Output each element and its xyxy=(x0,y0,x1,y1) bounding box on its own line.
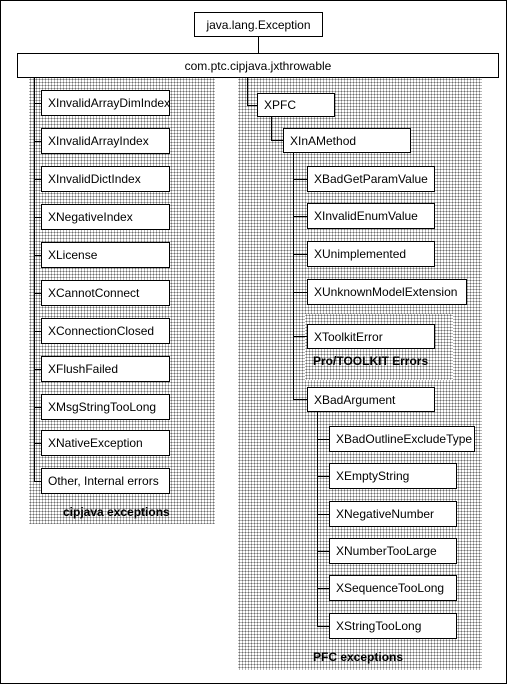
connector-branch xyxy=(34,331,41,332)
connector-method-trunk xyxy=(293,153,294,399)
exception-label: XBadGetParamValue xyxy=(314,172,428,186)
exception-box-xflushfailed: XFlushFailed xyxy=(41,356,170,382)
exception-box-xnativeexception: XNativeException xyxy=(41,430,170,456)
exception-box-xmsgstringtoolong: XMsgStringTooLong xyxy=(41,394,170,420)
exception-box-xemptystring: XEmptyString xyxy=(329,463,457,489)
root-exception-box: java.lang.Exception xyxy=(194,12,323,37)
exception-box-xinvalidarraydimindex: XInvalidArrayDimIndex xyxy=(41,90,170,116)
exception-label: XNegativeIndex xyxy=(48,210,133,224)
connector-branch xyxy=(34,407,41,408)
exception-label: XBadOutlineExcludeType xyxy=(336,432,473,446)
exception-label: XNumberTooLarge xyxy=(336,544,437,558)
connector-branch xyxy=(317,551,329,552)
connector-branch xyxy=(34,369,41,370)
xtoolkiterror-label: XToolkitError xyxy=(314,329,383,344)
connector-branch xyxy=(34,141,41,142)
exception-box-xsequencetoolong: XSequenceTooLong xyxy=(329,575,457,601)
connector-branch xyxy=(34,217,41,218)
connector-branch xyxy=(34,293,41,294)
exception-label: XUnknownModelExtension xyxy=(314,285,458,299)
xpfc-box: XPFC xyxy=(257,93,335,117)
connector-inamethod-drop xyxy=(271,116,272,141)
connector-branch xyxy=(34,255,41,256)
connector-branch xyxy=(317,514,329,515)
connector-branch xyxy=(293,399,307,400)
toolkit-caption: Pro/TOOLKIT Errors xyxy=(313,354,429,368)
connector-branch xyxy=(293,216,307,217)
exception-label: XInvalidEnumValue xyxy=(314,209,418,223)
throwable-label: com.ptc.cipjava.jxthrowable xyxy=(184,58,332,73)
exception-label: XMsgStringTooLong xyxy=(48,400,157,414)
xinamethod-box: XInAMethod xyxy=(283,128,411,153)
cipjava-caption: cipjava exceptions xyxy=(63,505,170,519)
exception-label: XNegativeNumber xyxy=(336,507,435,521)
exception-box-xinvalidarrayindex: XInvalidArrayIndex xyxy=(41,128,170,154)
exception-box-xnegativenumber: XNegativeNumber xyxy=(329,501,457,527)
xtoolkiterror-box: XToolkitError xyxy=(307,324,435,349)
root-exception-label: java.lang.Exception xyxy=(206,17,311,32)
connector-pfc-branch xyxy=(247,105,257,106)
exception-label: XInvalidArrayIndex xyxy=(48,134,149,148)
xbadargument-label: XBadArgument xyxy=(314,392,396,407)
connector-branch xyxy=(293,336,307,337)
connector-branch xyxy=(293,179,307,180)
connector-branch xyxy=(317,476,329,477)
connector-branch xyxy=(317,588,329,589)
connector-inamethod-branch xyxy=(271,140,283,141)
exception-label: Other, Internal errors xyxy=(48,474,159,488)
exception-label: XEmptyString xyxy=(336,469,410,483)
connector-branch xyxy=(293,292,307,293)
exception-label: XInvalidDictIndex xyxy=(48,172,141,186)
exception-box-xunimplemented: XUnimplemented xyxy=(307,241,435,267)
exception-label: XStringTooLong xyxy=(336,619,422,633)
exception-label: XConnectionClosed xyxy=(48,324,155,338)
exception-box-xnegativeindex: XNegativeIndex xyxy=(41,204,170,230)
exception-box-xinvaliddictindex: XInvalidDictIndex xyxy=(41,166,170,192)
connector-pfc-drop xyxy=(247,78,248,106)
exception-box-xstringtoolong: XStringTooLong xyxy=(329,613,457,639)
exception-label: XLicense xyxy=(48,248,98,262)
exception-label: XSequenceTooLong xyxy=(336,581,445,595)
exception-label: XCannotConnect xyxy=(48,286,140,300)
throwable-box: com.ptc.cipjava.jxthrowable xyxy=(17,53,499,78)
xinamethod-label: XInAMethod xyxy=(290,133,357,148)
connector-root-throwable xyxy=(258,37,259,53)
exception-box-xnumbertoolarge: XNumberTooLarge xyxy=(329,538,457,564)
connector-branch xyxy=(317,626,329,627)
exception-label: XUnimplemented xyxy=(314,247,407,261)
exception-label: XNativeException xyxy=(48,436,143,450)
exception-hierarchy-diagram: java.lang.Exception com.ptc.cipjava.jxth… xyxy=(0,0,507,684)
xbadargument-box: XBadArgument xyxy=(307,387,435,412)
exception-box-other-internal-errors: Other, Internal errors xyxy=(41,468,170,494)
exception-label: XInvalidArrayDimIndex xyxy=(48,96,170,110)
connector-branch xyxy=(34,103,41,104)
exception-label: XFlushFailed xyxy=(48,362,119,376)
connector-branch xyxy=(34,179,41,180)
connector-argument-trunk xyxy=(317,411,318,626)
connector-branch xyxy=(317,439,329,440)
exception-box-xunknownmodelextension: XUnknownModelExtension xyxy=(307,279,467,305)
connector-branch xyxy=(34,443,41,444)
connector-cipjava-trunk xyxy=(34,78,35,482)
connector-branch xyxy=(34,481,41,482)
exception-box-xbadgetparamvalue: XBadGetParamValue xyxy=(307,166,435,192)
pfc-caption: PFC exceptions xyxy=(313,650,404,664)
exception-box-xbadoutlineexcludetype: XBadOutlineExcludeType xyxy=(329,426,475,452)
exception-box-xcannotconnect: XCannotConnect xyxy=(41,280,170,306)
exception-box-xconnectionclosed: XConnectionClosed xyxy=(41,318,170,344)
exception-box-xinvalidenumvalue: XInvalidEnumValue xyxy=(307,203,435,229)
xpfc-label: XPFC xyxy=(264,98,297,112)
exception-box-xlicense: XLicense xyxy=(41,242,170,268)
connector-branch xyxy=(293,254,307,255)
